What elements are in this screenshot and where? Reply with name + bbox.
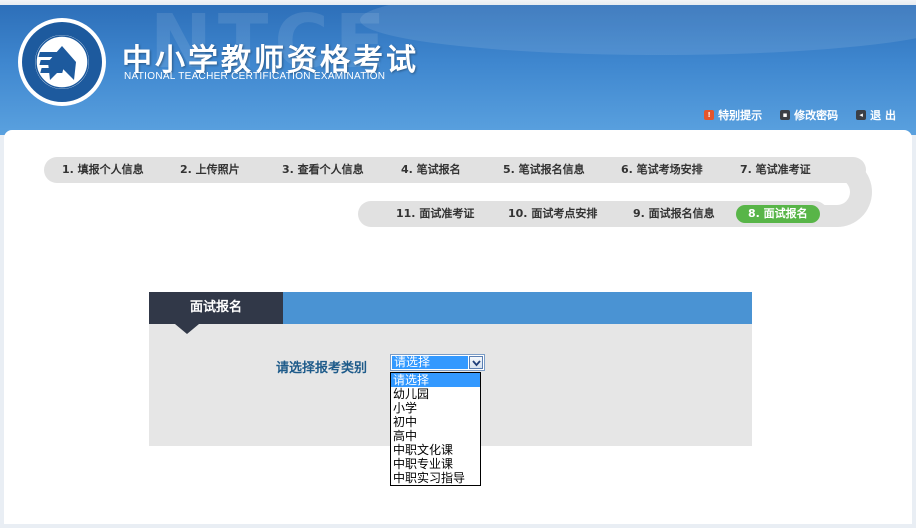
notice-icon: ! [704, 110, 715, 120]
option-vocational-culture[interactable]: 中职文化课 [391, 443, 480, 457]
tab-pointer [175, 324, 199, 334]
logout-label: 退 出 [870, 109, 896, 122]
option-senior-high[interactable]: 高中 [391, 429, 480, 443]
step-8-interview-registration[interactable]: 8. 面试报名 [736, 205, 820, 223]
header-links: ! 特别提示 ▪ 修改密码 ◂ 退 出 [704, 107, 896, 123]
logout-link[interactable]: ◂ 退 出 [856, 107, 896, 123]
chevron-down-icon [472, 360, 481, 367]
header-swoosh-decoration [360, 5, 916, 55]
step-10-interview-venue[interactable]: 10. 面试考点安排 [508, 201, 597, 227]
change-password-label: 修改密码 [794, 109, 839, 122]
box-tab-title: 面试报名 [149, 292, 283, 324]
password-icon: ▪ [780, 110, 791, 120]
step-5-written-registration-info[interactable]: 5. 笔试报名信息 [503, 157, 585, 183]
category-label: 请选择报考类别 [276, 361, 368, 376]
change-password-link[interactable]: ▪ 修改密码 [780, 107, 838, 123]
option-junior-high[interactable]: 初中 [391, 415, 480, 429]
option-primary[interactable]: 小学 [391, 401, 480, 415]
step-2-upload-photo[interactable]: 2. 上传照片 [180, 157, 240, 183]
step-9-interview-registration-info[interactable]: 9. 面试报名信息 [633, 201, 715, 227]
step-3-view-info[interactable]: 3. 查看个人信息 [282, 157, 364, 183]
option-please-select[interactable]: 请选择 [391, 373, 480, 387]
site-subtitle: NATIONAL TEACHER CERTIFICATION EXAMINATI… [124, 71, 386, 82]
option-vocational-practice[interactable]: 中职实习指导 [391, 471, 480, 485]
special-notice-link[interactable]: ! 特别提示 [704, 107, 762, 123]
step-4-written-registration[interactable]: 4. 笔试报名 [401, 157, 461, 183]
category-dropdown-list: 请选择 幼儿园 小学 初中 高中 中职文化课 中职专业课 中职实习指导 [390, 372, 481, 486]
special-notice-label: 特别提示 [718, 109, 763, 122]
option-vocational-professional[interactable]: 中职专业课 [391, 457, 480, 471]
step-6-written-exam-venue[interactable]: 6. 笔试考场安排 [621, 157, 703, 183]
dropdown-arrow-button[interactable] [469, 356, 483, 369]
category-select-value: 请选择 [392, 356, 468, 369]
step-1-personal-info[interactable]: 1. 填报个人信息 [62, 157, 144, 183]
step-11-interview-admission-ticket[interactable]: 11. 面试准考证 [396, 201, 474, 227]
option-kindergarten[interactable]: 幼儿园 [391, 387, 480, 401]
step-7-written-admission-ticket[interactable]: 7. 笔试准考证 [740, 157, 811, 183]
ntce-logo-icon [18, 18, 106, 106]
logout-icon: ◂ [856, 110, 867, 120]
category-select[interactable]: 请选择 [390, 354, 485, 371]
